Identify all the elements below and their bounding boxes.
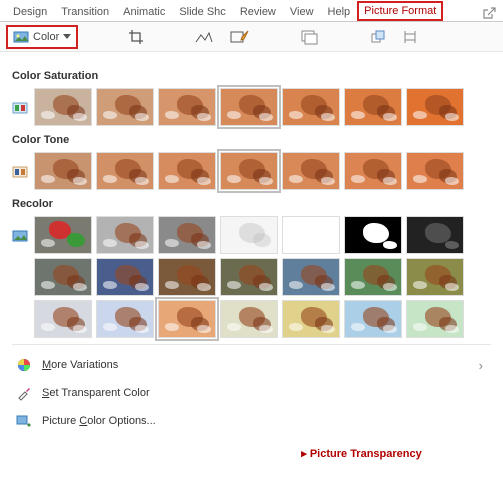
section-title-saturation: Color Saturation <box>12 70 491 82</box>
tone-swatch-3[interactable] <box>220 152 278 190</box>
color-button[interactable]: Color <box>6 25 78 49</box>
tone-icon <box>12 164 28 180</box>
recolor-swatch-0-4[interactable] <box>282 216 340 254</box>
tab-slideshow[interactable]: Slide Shc <box>172 2 232 21</box>
recolor-swatch-2-3[interactable] <box>220 300 278 338</box>
picture-color-options-item[interactable]: Picture Color Options... <box>12 407 491 435</box>
saturation-swatches <box>34 88 464 126</box>
picture-icon <box>13 29 29 45</box>
eyedropper-icon <box>16 385 32 401</box>
color-dropdown-panel: Color Saturation Color Tone Recolor More… <box>0 52 503 441</box>
saturation-swatch-4[interactable] <box>282 88 340 126</box>
picture-options-icon <box>16 413 32 429</box>
recolor-swatch-0-2[interactable] <box>158 216 216 254</box>
recolor-swatch-1-3[interactable] <box>220 258 278 296</box>
tone-swatch-6[interactable] <box>406 152 464 190</box>
tab-picture-format[interactable]: Picture Format <box>357 1 443 21</box>
recolor-swatch-1-0[interactable] <box>34 258 92 296</box>
saturation-swatch-5[interactable] <box>344 88 402 126</box>
recolor-swatch-0-3[interactable] <box>220 216 278 254</box>
tab-transitions[interactable]: Transition <box>54 2 116 21</box>
recolor-swatch-0-6[interactable] <box>406 216 464 254</box>
picture-format-toolbar: Color <box>0 22 503 52</box>
share-icon[interactable] <box>481 5 497 21</box>
tone-swatch-5[interactable] <box>344 152 402 190</box>
chevron-down-icon <box>63 34 71 39</box>
color-wheel-icon <box>16 357 32 373</box>
recolor-swatch-2-2[interactable] <box>158 300 216 338</box>
recolor-swatch-2-0[interactable] <box>34 300 92 338</box>
recolor-icon <box>12 228 28 244</box>
saturation-icon <box>12 100 28 116</box>
tone-swatch-4[interactable] <box>282 152 340 190</box>
recolor-swatch-1-1[interactable] <box>96 258 154 296</box>
picture-style-icon[interactable] <box>300 29 320 45</box>
more-variations-item[interactable]: More Variations › <box>12 351 491 379</box>
recolor-swatch-1-6[interactable] <box>406 258 464 296</box>
toolbar-group-adjust <box>194 29 250 45</box>
recolor-swatch-0-0[interactable] <box>34 216 92 254</box>
align-icon[interactable] <box>402 29 418 45</box>
saturation-swatch-2[interactable] <box>158 88 216 126</box>
chevron-right-icon: › <box>479 358 487 373</box>
tab-help[interactable]: Help <box>321 2 358 21</box>
ribbon-tabbar: Design Transition Animatic Slide Shc Rev… <box>0 0 503 22</box>
recolor-swatch-2-6[interactable] <box>406 300 464 338</box>
crop-icon[interactable] <box>128 29 144 45</box>
color-button-label: Color <box>33 31 59 43</box>
tone-swatches <box>34 152 464 190</box>
toolbar-group-styles <box>300 29 320 45</box>
recolor-swatch-2-5[interactable] <box>344 300 402 338</box>
section-title-tone: Color Tone <box>12 134 491 146</box>
recolor-swatch-1-2[interactable] <box>158 258 216 296</box>
more-variations-label: More Variations <box>42 359 118 371</box>
saturation-swatch-1[interactable] <box>96 88 154 126</box>
saturation-swatch-0[interactable] <box>34 88 92 126</box>
set-transparent-color-item[interactable]: Set Transparent Color <box>12 379 491 407</box>
recolor-swatch-1-4[interactable] <box>282 258 340 296</box>
set-transparent-label: Set Transparent Color <box>42 387 150 399</box>
bring-forward-icon[interactable] <box>370 29 386 45</box>
tone-swatch-2[interactable] <box>158 152 216 190</box>
picture-transparency-link[interactable]: ▸ Picture Transparency <box>220 441 503 462</box>
recolor-swatch-0-1[interactable] <box>96 216 154 254</box>
toolbar-group-crop <box>128 29 144 45</box>
tone-swatch-0[interactable] <box>34 152 92 190</box>
tab-animations[interactable]: Animatic <box>116 2 172 21</box>
toolbar-group-arrange <box>370 29 418 45</box>
recolor-swatch-2-4[interactable] <box>282 300 340 338</box>
saturation-swatch-6[interactable] <box>406 88 464 126</box>
picture-outline-icon[interactable] <box>194 29 214 45</box>
saturation-swatch-3[interactable] <box>220 88 278 126</box>
section-title-recolor: Recolor <box>12 198 491 210</box>
edit-picture-icon[interactable] <box>230 29 250 45</box>
tone-swatch-1[interactable] <box>96 152 154 190</box>
tab-design[interactable]: Design <box>6 2 54 21</box>
tab-review[interactable]: Review <box>233 2 283 21</box>
recolor-grid <box>34 216 464 338</box>
recolor-swatch-1-5[interactable] <box>344 258 402 296</box>
tab-view[interactable]: View <box>283 2 321 21</box>
recolor-swatch-2-1[interactable] <box>96 300 154 338</box>
recolor-swatch-0-5[interactable] <box>344 216 402 254</box>
picture-color-options-label: Picture Color Options... <box>42 415 156 427</box>
